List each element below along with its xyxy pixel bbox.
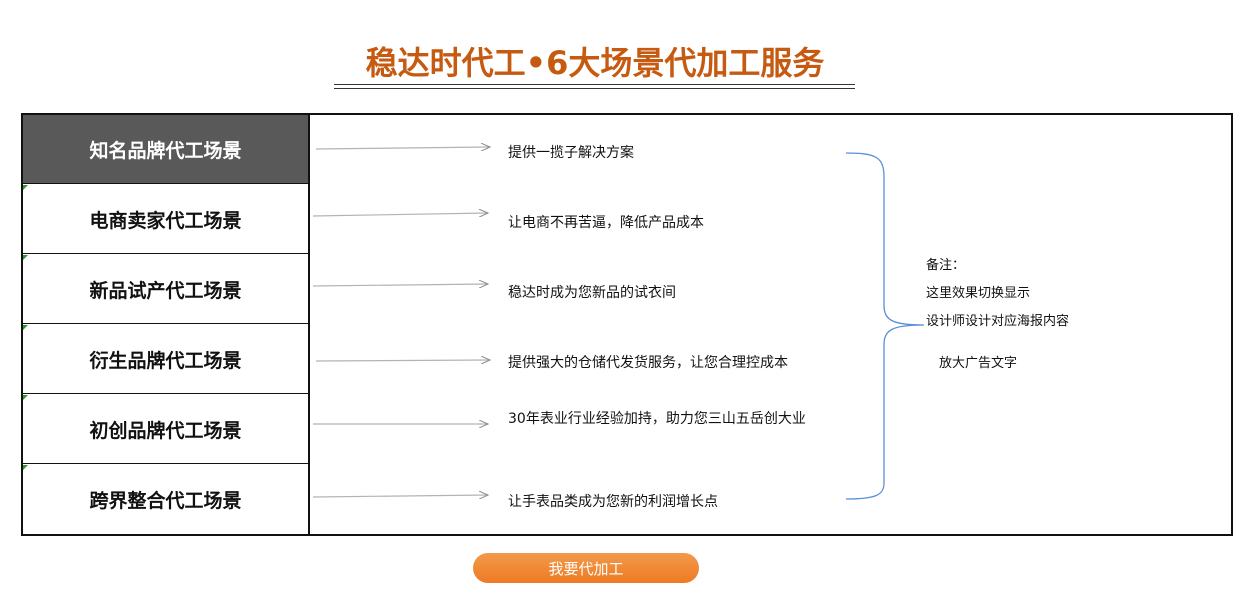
scene-desc: 30年表业行业经验加持，助力您三山五岳创大业: [508, 411, 806, 427]
scene-item-ecommerce[interactable]: 电商卖家代工场景: [23, 185, 308, 254]
corner-marker: [23, 465, 28, 470]
right-arrow-icon: [315, 360, 490, 361]
right-curly-brace-icon: [845, 152, 925, 500]
corner-marker: [23, 255, 28, 260]
notes-line: 设计师设计对应海报内容: [926, 314, 1070, 329]
page: 稳达时代工•6大场景代加工服务 知名品牌代工场景 电商卖家代工场景 新品试产代工…: [0, 0, 1249, 599]
scene-item-crossover[interactable]: 跨界整合代工场景: [23, 465, 308, 534]
notes-line: 这里效果切换显示: [926, 286, 1031, 301]
notes-block: 备注： 这里效果切换显示 设计师设计对应海报内容 放大广告文字: [926, 252, 1069, 378]
corner-marker: [23, 185, 28, 190]
connector-graphics: [312, 115, 925, 500]
scene-item-derivative-brand[interactable]: 衍生品牌代工场景: [23, 325, 308, 394]
title-underline: [334, 84, 855, 89]
scene-item-famous-brand[interactable]: 知名品牌代工场景: [23, 115, 308, 184]
scene-desc: 让电商不再苦逼，降低产品成本: [508, 215, 704, 231]
scene-label: 初创品牌代工场景: [89, 419, 242, 442]
right-arrow-icon: [312, 495, 488, 497]
scene-desc: 稳达时成为您新品的试衣间: [508, 285, 676, 301]
notes-line: 放大广告文字: [939, 356, 1018, 371]
scene-desc: 提供强大的仓储代发货服务，让您合理控成本: [508, 355, 788, 371]
scene-desc: 提供一揽子解决方案: [508, 145, 634, 161]
page-title: 稳达时代工•6大场景代加工服务: [365, 44, 825, 82]
notes-heading: 备注：: [926, 258, 966, 273]
request-oem-button[interactable]: 我要代加工: [473, 553, 699, 583]
right-arrow-icon: [312, 284, 488, 286]
corner-marker: [23, 325, 28, 330]
scene-desc: 让手表品类成为您新的利润增长点: [508, 494, 718, 510]
right-arrow-icon: [312, 213, 488, 216]
right-arrow-icon: [315, 147, 490, 149]
scene-label: 跨界整合代工场景: [89, 490, 242, 512]
scene-label: 新品试产代工场景: [89, 279, 242, 302]
scene-list: 知名品牌代工场景 电商卖家代工场景 新品试产代工场景 衍生品牌代工场景 初创品牌…: [23, 115, 310, 534]
scene-label: 知名品牌代工场景: [89, 139, 242, 162]
corner-marker: [23, 395, 28, 400]
scene-item-new-product[interactable]: 新品试产代工场景: [23, 255, 308, 324]
scene-label: 衍生品牌代工场景: [89, 349, 242, 372]
scene-item-startup-brand[interactable]: 初创品牌代工场景: [23, 395, 308, 464]
scene-label: 电商卖家代工场景: [89, 209, 242, 232]
